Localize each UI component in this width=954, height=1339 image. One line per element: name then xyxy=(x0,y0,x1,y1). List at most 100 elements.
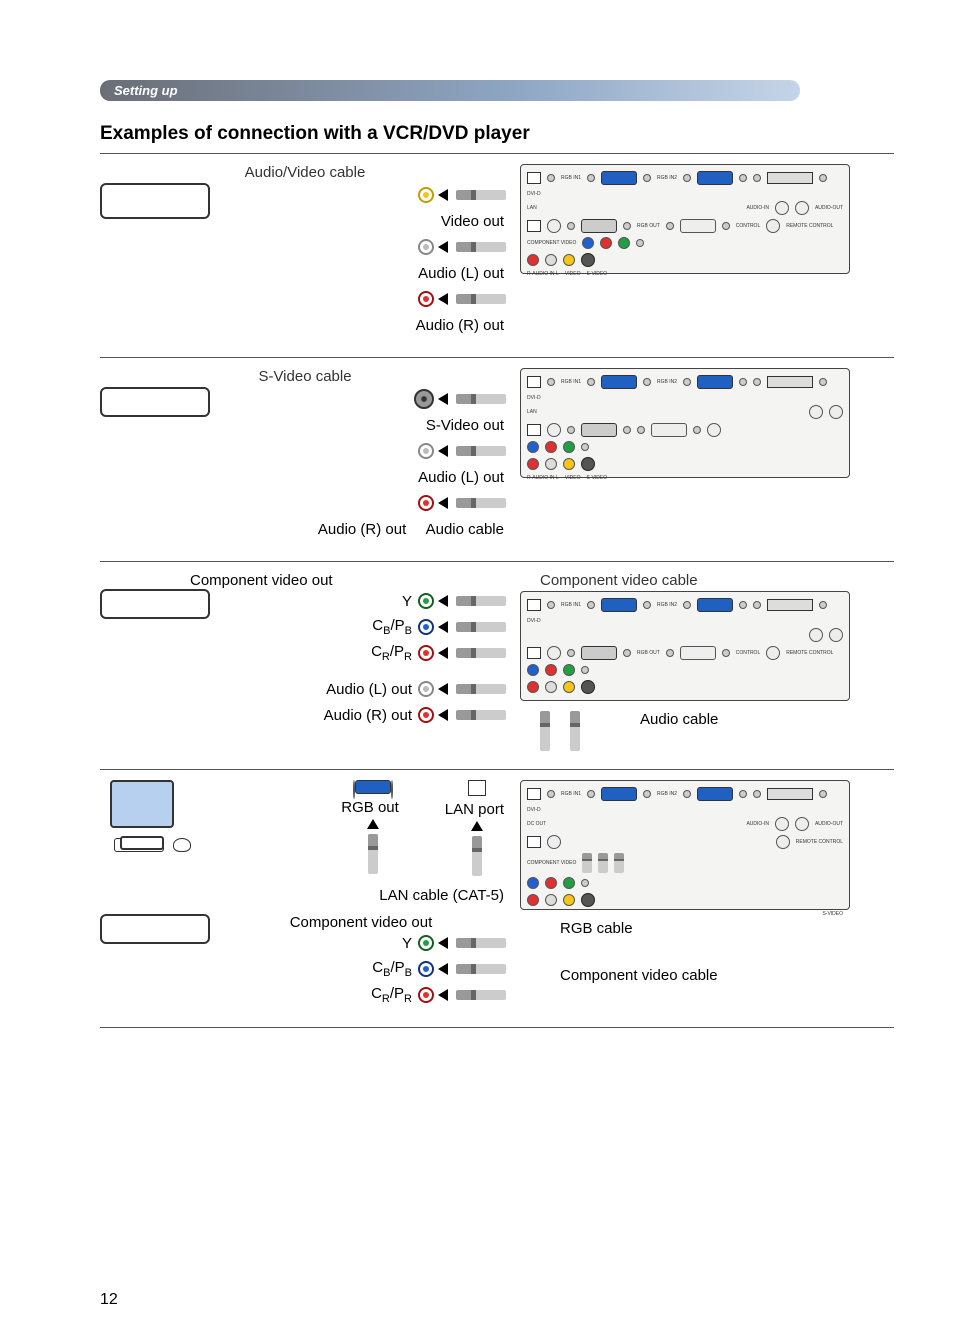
rca-white-icon xyxy=(418,239,434,255)
y-label: Y xyxy=(402,593,412,610)
monitor-icon xyxy=(100,780,180,850)
audio-r-out-label: Audio (R) out xyxy=(318,521,406,538)
cable-title: Audio/Video cable xyxy=(100,164,510,181)
video-label: VIDEO xyxy=(565,271,581,277)
projector-panel-icon: RGB IN1 RGB IN2 DVI-D RGB OUT CONTROL REMOTE… xyxy=(520,591,850,701)
rgbin2-label: RGB IN2 xyxy=(657,175,677,181)
rca-blue-icon xyxy=(418,961,434,977)
svideo-small-icon xyxy=(581,253,595,267)
section-tag: Setting up xyxy=(100,80,800,101)
audio-cable-title: Audio cable xyxy=(426,521,504,538)
video-out-label: Video out xyxy=(441,213,504,230)
arrow-left-icon xyxy=(438,445,448,457)
audio-l-out-label: Audio (L) out xyxy=(418,265,504,282)
rgbin1-label: RGB IN1 xyxy=(561,175,581,181)
crpr-label: CR/PR xyxy=(371,985,412,1005)
arrow-up-icon xyxy=(367,819,379,829)
audioin-label: AUDIO-IN xyxy=(746,205,769,211)
rgbin2-label: RGB IN2 xyxy=(657,791,677,797)
rca-red-icon xyxy=(418,291,434,307)
svideo-out-label: S-Video out xyxy=(426,417,504,434)
component-out-title: Component video out xyxy=(190,572,333,589)
usb-port-icon xyxy=(527,220,541,232)
svideo-label: S-VIDEO xyxy=(587,475,608,481)
remote-label: REMOTE CONTROL xyxy=(786,650,833,656)
audio-jack-icon xyxy=(795,201,809,215)
panel-component: Component video out Y CB/PB CR/PR Audio … xyxy=(100,561,894,769)
cable-plug-icon xyxy=(456,190,506,200)
rgbin1-label: RGB IN1 xyxy=(561,602,581,608)
cable-plug-icon xyxy=(456,498,506,508)
vcr-device-icon xyxy=(100,183,210,219)
rgbout-label: RGB OUT xyxy=(637,650,660,656)
cable-plug-icon xyxy=(456,242,506,252)
dvd-device-icon xyxy=(100,589,210,619)
rgbout-port-icon xyxy=(581,219,617,233)
vga-port-icon xyxy=(601,171,637,185)
arrow-left-icon xyxy=(438,393,448,405)
remote-jack-icon xyxy=(766,219,780,233)
audioout-label: AUDIO-OUT xyxy=(815,821,843,827)
rca-small-red-icon xyxy=(527,254,539,266)
control-label: CONTROL xyxy=(736,223,760,229)
audioout-label: AUDIO-OUT xyxy=(815,205,843,211)
rgbin2-label: RGB IN2 xyxy=(657,602,677,608)
rca-small-red-icon xyxy=(600,237,612,249)
rca-red-icon xyxy=(418,495,434,511)
arrow-left-icon xyxy=(438,241,448,253)
raudio-label: R-AUDIO IN-L xyxy=(527,271,559,277)
rca-small-yellow-icon xyxy=(563,254,575,266)
dvid-label: DVI-D xyxy=(527,395,541,401)
lan-label: LAN xyxy=(527,409,537,415)
dvid-label: DVI-D xyxy=(527,807,541,813)
svideo-cable-title: S-Video cable xyxy=(100,368,510,385)
video-label: VIDEO xyxy=(565,475,581,481)
lan-port-icon xyxy=(527,172,541,184)
audio-l-out-label: Audio (L) out xyxy=(418,469,504,486)
component-label: COMPONENT VIDEO xyxy=(527,860,576,866)
audio-jack-icon xyxy=(775,201,789,215)
panel-svideo: S-Video cable S-Video out Audio (L) out … xyxy=(100,357,894,561)
audio-l-out-label: Audio (L) out xyxy=(326,681,412,698)
rca-blue-icon xyxy=(418,619,434,635)
control-label: CONTROL xyxy=(736,650,760,656)
page-heading: Examples of connection with a VCR/DVD pl… xyxy=(100,123,894,145)
rca-red-icon xyxy=(418,707,434,723)
audioin-label: AUDIO-IN xyxy=(746,821,769,827)
lan-cable-label: LAN cable (CAT-5) xyxy=(201,887,504,904)
raudio-label: R-AUDIO IN-L xyxy=(527,475,559,481)
arrow-left-icon xyxy=(438,497,448,509)
cable-plug-icon xyxy=(368,834,378,874)
lan-label: LAN xyxy=(527,205,537,211)
rca-red-icon xyxy=(418,987,434,1003)
dvi-port-icon xyxy=(767,172,813,184)
panel-av: Audio/Video cable Video out Audio (L) ou… xyxy=(100,153,894,357)
rca-white-icon xyxy=(418,443,434,459)
audio-cable-title: Audio cable xyxy=(640,711,718,751)
component-cable-label: Component video cable xyxy=(560,967,894,984)
dvid-label: DVI-D xyxy=(527,618,541,624)
projector-panel-icon: RGB IN1RGB IN2DVI-D DC OUTAUDIO-INAUDIO-… xyxy=(520,780,850,910)
component-out-title: Component video out xyxy=(218,914,504,931)
panel-computer: RGB out LAN port LAN cable (CAT-5) xyxy=(100,769,894,1028)
cable-plug-icon xyxy=(456,394,506,404)
rca-white-icon xyxy=(418,681,434,697)
rca-small-white-icon xyxy=(545,254,557,266)
rgbin1-label: RGB IN1 xyxy=(561,379,581,385)
vga-port-icon xyxy=(697,171,733,185)
rca-green-icon xyxy=(418,935,434,951)
rgb-cable-label: RGB cable xyxy=(560,920,894,937)
svideo-label: S-VIDEO xyxy=(822,911,843,917)
cbpb-label: CB/PB xyxy=(372,959,412,979)
dvd-device-icon xyxy=(100,387,210,417)
cable-plug-icon xyxy=(456,446,506,456)
control-port-icon xyxy=(680,219,716,233)
cable-plug-icon xyxy=(472,836,482,876)
audio-r-out-label: Audio (R) out xyxy=(324,707,412,724)
page-number: 12 xyxy=(100,1291,118,1309)
svideo-label: S-VIDEO xyxy=(587,271,608,277)
cable-plug-icon xyxy=(540,711,550,751)
crpr-label: CR/PR xyxy=(371,643,412,663)
cable-plug-icon xyxy=(456,294,506,304)
projector-panel-icon: RGB IN1 RGB IN2 DVI-D LAN R-AUDIO IN-LVI… xyxy=(520,368,850,478)
